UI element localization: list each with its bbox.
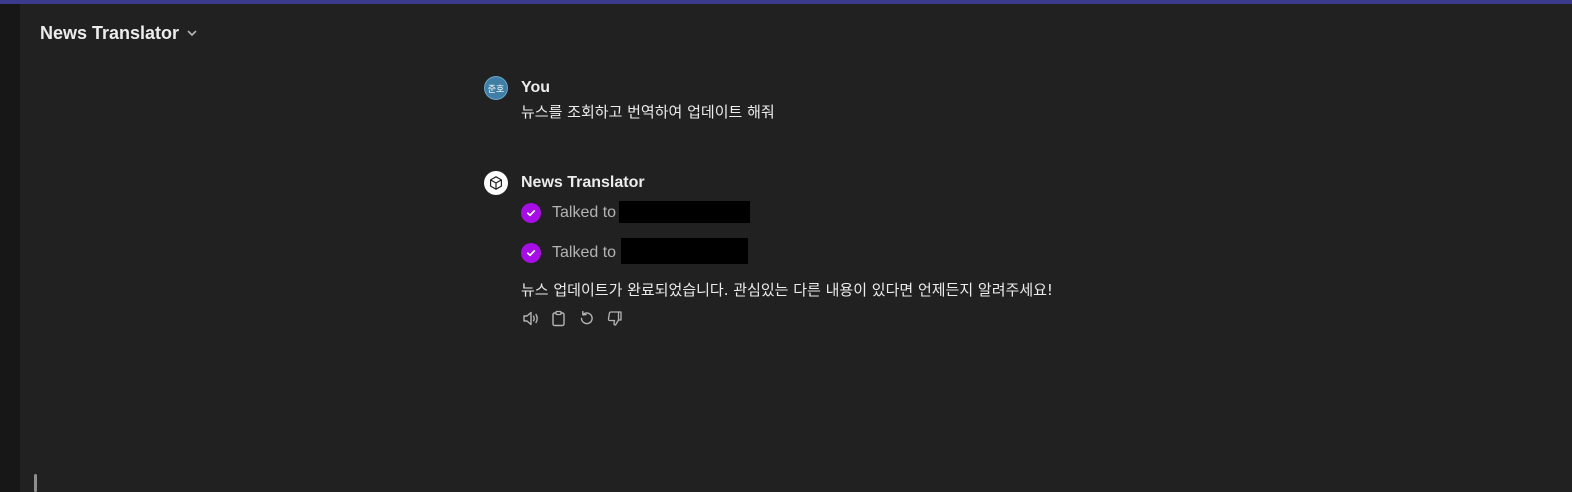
tool-call-2[interactable]: Talked to [521,241,616,265]
tool-call-1[interactable]: Talked to [521,201,616,225]
sidebar-edge [0,4,20,492]
check-circle-icon [521,243,541,263]
chevron-down-icon [185,26,199,40]
tool-call-label: Talked to [552,204,617,221]
resize-handle[interactable] [34,474,37,492]
redacted-block [621,238,748,264]
speaker-icon [523,311,538,326]
user-avatar-initials: 준호 [487,84,505,95]
copy-button[interactable] [549,309,568,328]
tool-call-label: Talked to [552,244,617,261]
gpt-selector[interactable]: News Translator [40,21,199,45]
refresh-icon [580,310,593,325]
assistant-message-text: 뉴스 업데이트가 완료되었습니다. 관심있는 다른 내용이 있다면 언제든지 알… [521,281,1053,299]
bad-response-button[interactable] [605,309,624,328]
check-circle-icon [521,203,541,223]
thumbs-down-icon [607,311,622,326]
user-author-name: You [521,79,551,96]
user-message-text: 뉴스를 조회하고 번역하여 업데이트 해줘 [521,103,775,121]
redacted-block [619,201,750,223]
message-actions [521,309,624,328]
page-title: News Translator [40,22,180,43]
regenerate-button[interactable] [577,309,596,328]
read-aloud-button[interactable] [521,309,540,328]
clipboard-icon [552,310,565,327]
assistant-message: News Translator Talked to Talked to 뉴스 업… [484,171,1184,341]
assistant-author-name: News Translator [521,174,645,191]
cube-icon [484,171,508,195]
top-accent-bar [0,0,1572,4]
user-message: 준호 You 뉴스를 조회하고 번역하여 업데이트 해줘 [484,76,1084,126]
user-avatar: 준호 [484,76,508,100]
